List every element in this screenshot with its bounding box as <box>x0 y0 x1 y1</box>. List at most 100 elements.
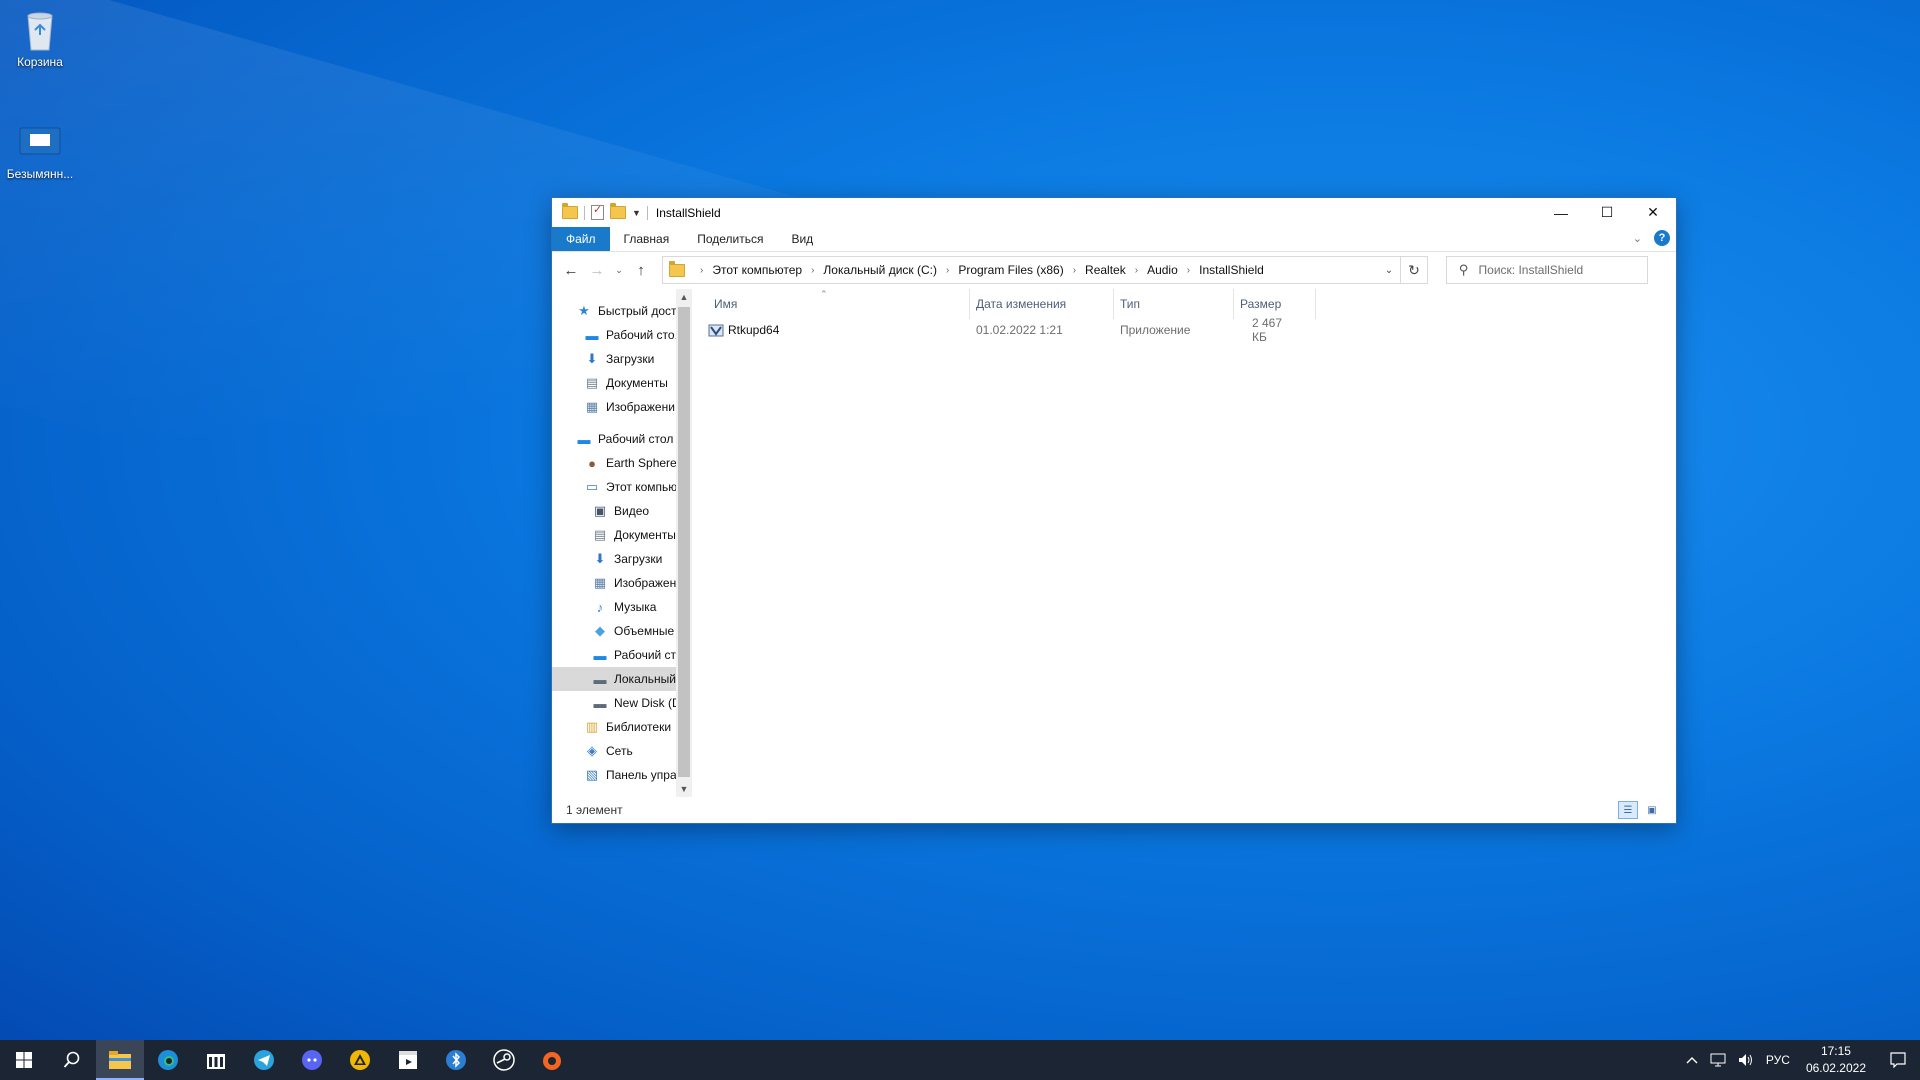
taskbar-file-explorer[interactable] <box>96 1040 144 1080</box>
nav-item[interactable]: ▦Изображени📌 <box>552 395 692 419</box>
nav-item[interactable]: ▤ Документы <box>552 523 692 547</box>
nav-scrollbar[interactable]: ▲ ▼ <box>676 289 692 797</box>
pictures-icon: ▦ <box>585 399 599 414</box>
nav-item[interactable]: ⬇Загрузки📌 <box>552 347 692 371</box>
nav-item[interactable]: ◆ Объемные об <box>552 619 692 643</box>
address-history-icon[interactable]: ⌄ <box>1379 257 1399 283</box>
tab-share[interactable]: Поделиться <box>683 227 777 251</box>
desktop-icon-recycle-bin[interactable]: Корзина <box>0 8 80 69</box>
library-icon: ▥ <box>585 719 599 734</box>
language-indicator[interactable]: РУС <box>1760 1053 1796 1067</box>
nav-item[interactable]: ▬Рабочий сто.📌 <box>552 323 692 347</box>
nav-item[interactable]: ▬ Рабочий стол <box>552 427 692 451</box>
file-explorer-window: ▼ InstallShield — ☐ ✕ Файл Главная Подел… <box>552 198 1676 823</box>
customize-toolbar-icon[interactable]: ▼ <box>632 208 641 218</box>
breadcrumb-item[interactable]: Audio <box>1147 263 1178 277</box>
nav-item[interactable]: ▤Документы📌 <box>552 371 692 395</box>
breadcrumb-item[interactable]: Этот компьютер <box>712 263 802 277</box>
maximize-button[interactable]: ☐ <box>1584 198 1630 227</box>
nav-item[interactable]: ★ Быстрый доступ <box>552 299 692 323</box>
nav-item[interactable]: ▦ Изображения <box>552 571 692 595</box>
minimize-button[interactable]: — <box>1538 198 1584 227</box>
nav-item[interactable]: ▬ Рабочий стол <box>552 643 692 667</box>
breadcrumb-item[interactable]: Локальный диск (C:) <box>823 263 937 277</box>
large-icons-view-icon[interactable]: ▣ <box>1642 801 1662 819</box>
tab-view[interactable]: Вид <box>777 227 827 251</box>
column-date-modified[interactable]: Дата изменения <box>970 289 1114 319</box>
nav-item[interactable]: ▬ New Disk (D:) <box>552 691 692 715</box>
tab-file[interactable]: Файл <box>552 227 610 251</box>
scroll-down-icon[interactable]: ▼ <box>676 781 692 797</box>
search-placeholder: Поиск: InstallShield <box>1478 263 1584 277</box>
column-type[interactable]: Тип <box>1114 289 1234 319</box>
taskbar-bluetooth-app[interactable] <box>432 1040 480 1080</box>
nav-item[interactable]: ◈ Сеть <box>552 739 692 763</box>
quick-access-toolbar: ▼ <box>552 203 648 220</box>
file-row[interactable]: Rtkupd64 01.02.2022 1:21 Приложение 2 46… <box>696 316 1296 344</box>
edge-icon <box>158 1050 178 1070</box>
refresh-button[interactable]: ↻ <box>1400 257 1427 283</box>
breadcrumb-item[interactable]: Realtek <box>1085 263 1126 277</box>
close-button[interactable]: ✕ <box>1630 198 1676 227</box>
scroll-up-icon[interactable]: ▲ <box>676 289 692 305</box>
navigation-bar: ← → ⌄ ↑ › Этот компьютер › Локальный дис… <box>552 252 1676 288</box>
search-button[interactable] <box>48 1040 96 1080</box>
nav-item[interactable]: ♪ Музыка <box>552 595 692 619</box>
volume-button[interactable] <box>1732 1053 1760 1067</box>
taskbar-telegram[interactable] <box>240 1040 288 1080</box>
taskbar-app-triangle[interactable] <box>336 1040 384 1080</box>
download-icon: ⬇ <box>586 351 598 366</box>
document-icon: ▤ <box>585 375 599 390</box>
scroll-thumb[interactable] <box>678 307 690 777</box>
desktop-icon-untitled[interactable]: Безымянн... <box>0 120 80 181</box>
recent-locations-button[interactable]: ⌄ <box>612 259 626 281</box>
navigation-pane[interactable]: ★Быстрый доступ▬Рабочий сто.📌⬇Загрузки📌▤… <box>552 289 692 797</box>
nav-item[interactable]: ▥ Библиотеки <box>552 715 692 739</box>
nav-item[interactable]: ▭ Этот компьютер <box>552 475 692 499</box>
chevron-right-icon[interactable]: › <box>1187 265 1190 276</box>
nav-item[interactable]: ▬ Локальный ди <box>552 667 692 691</box>
show-hidden-icons-button[interactable] <box>1680 1056 1704 1064</box>
breadcrumb-item[interactable]: Program Files (x86) <box>958 263 1063 277</box>
network-button[interactable] <box>1704 1053 1732 1067</box>
chevron-right-icon[interactable]: › <box>1073 265 1076 276</box>
taskbar-discord[interactable] <box>288 1040 336 1080</box>
taskbar-steam[interactable] <box>480 1040 528 1080</box>
taskbar-origin[interactable] <box>528 1040 576 1080</box>
column-name[interactable]: Имя <box>708 289 970 319</box>
file-name: Rtkupd64 <box>728 323 780 337</box>
start-button[interactable] <box>0 1040 48 1080</box>
up-button[interactable]: ↑ <box>630 259 652 281</box>
nav-item[interactable]: ⬇ Загрузки <box>552 547 692 571</box>
search-box[interactable]: ⚲ Поиск: InstallShield <box>1446 256 1648 284</box>
file-list[interactable]: Имя ⌃ Дата изменения Тип Размер Rtkupd64 <box>692 289 1676 797</box>
properties-icon[interactable] <box>591 203 604 220</box>
nav-item[interactable]: ▧ Панель управле <box>552 763 692 787</box>
title-bar[interactable]: ▼ InstallShield — ☐ ✕ <box>552 198 1676 227</box>
address-bar[interactable]: › Этот компьютер › Локальный диск (C:) ›… <box>662 256 1428 284</box>
chevron-right-icon[interactable]: › <box>811 265 814 276</box>
details-view-icon[interactable]: ☰ <box>1618 801 1638 819</box>
nav-item[interactable]: ▣ Видео <box>552 499 692 523</box>
taskbar-store[interactable] <box>192 1040 240 1080</box>
desktop-icon-label: Безымянн... <box>6 167 74 181</box>
nav-item[interactable]: ● Earth Sphere <box>552 451 692 475</box>
column-size[interactable]: Размер <box>1234 289 1316 319</box>
taskbar-edge[interactable] <box>144 1040 192 1080</box>
expand-ribbon-icon[interactable]: ⌄ <box>1633 232 1642 245</box>
folder-icon <box>562 203 578 219</box>
notification-center-button[interactable] <box>1876 1040 1920 1080</box>
forward-button[interactable]: → <box>586 259 608 281</box>
back-button[interactable]: ← <box>560 259 582 281</box>
chevron-right-icon[interactable]: › <box>946 265 949 276</box>
clock[interactable]: 17:15 06.02.2022 <box>1796 1043 1876 1077</box>
chevron-right-icon[interactable]: › <box>1135 265 1138 276</box>
tab-home[interactable]: Главная <box>610 227 684 251</box>
file-name-cell[interactable]: Rtkupd64 <box>708 319 779 341</box>
help-icon[interactable]: ? <box>1654 230 1670 246</box>
breadcrumb-item[interactable]: InstallShield <box>1199 263 1264 277</box>
new-folder-icon[interactable] <box>610 203 626 219</box>
nav-item-label: Рабочий сто. <box>606 328 678 342</box>
taskbar-media[interactable] <box>384 1040 432 1080</box>
chevron-right-icon: › <box>700 264 704 276</box>
